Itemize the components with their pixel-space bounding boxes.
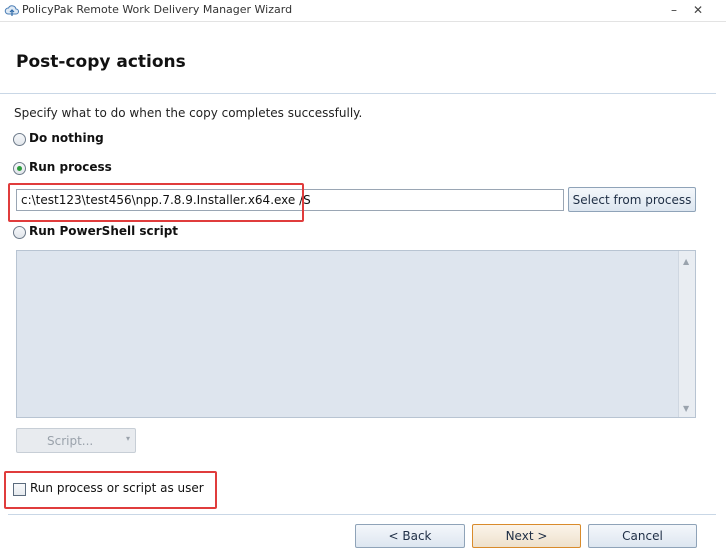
script-editor-scrollbar[interactable]: ▲ ▼ <box>678 251 695 417</box>
cloud-upload-icon <box>4 5 19 16</box>
highlight-box-run-as-user <box>4 471 217 509</box>
header-divider <box>0 93 716 94</box>
minimize-button[interactable]: – <box>664 1 684 19</box>
radio-run-process-label[interactable]: Run process <box>29 160 112 174</box>
footer-divider <box>8 514 716 515</box>
page-title: Post-copy actions <box>16 52 186 72</box>
radio-run-powershell[interactable] <box>13 226 26 239</box>
page-description: Specify what to do when the copy complet… <box>14 106 363 120</box>
back-button[interactable]: < Back <box>355 524 465 548</box>
cancel-button[interactable]: Cancel <box>588 524 697 548</box>
radio-do-nothing[interactable] <box>13 133 26 146</box>
close-button[interactable]: ✕ <box>688 1 708 19</box>
wizard-header: Post-copy actions <box>0 22 726 94</box>
next-button[interactable]: Next > <box>472 524 581 548</box>
highlight-box-command <box>8 183 304 222</box>
scroll-up-icon[interactable]: ▲ <box>683 257 689 266</box>
title-bar: PolicyPak Remote Work Delivery Manager W… <box>0 0 726 22</box>
script-dropdown-button[interactable]: Script... ▾ <box>16 428 136 453</box>
chevron-down-icon: ▾ <box>126 434 131 443</box>
radio-do-nothing-label[interactable]: Do nothing <box>29 131 104 145</box>
scroll-down-icon[interactable]: ▼ <box>683 404 689 413</box>
script-button-label: Script... <box>47 434 94 448</box>
radio-run-powershell-label[interactable]: Run PowerShell script <box>29 224 178 238</box>
radio-run-process[interactable] <box>13 162 26 175</box>
window-title: PolicyPak Remote Work Delivery Manager W… <box>22 3 293 16</box>
powershell-script-editor[interactable]: ▲ ▼ <box>16 250 696 418</box>
select-from-process-button[interactable]: Select from process <box>568 187 696 212</box>
